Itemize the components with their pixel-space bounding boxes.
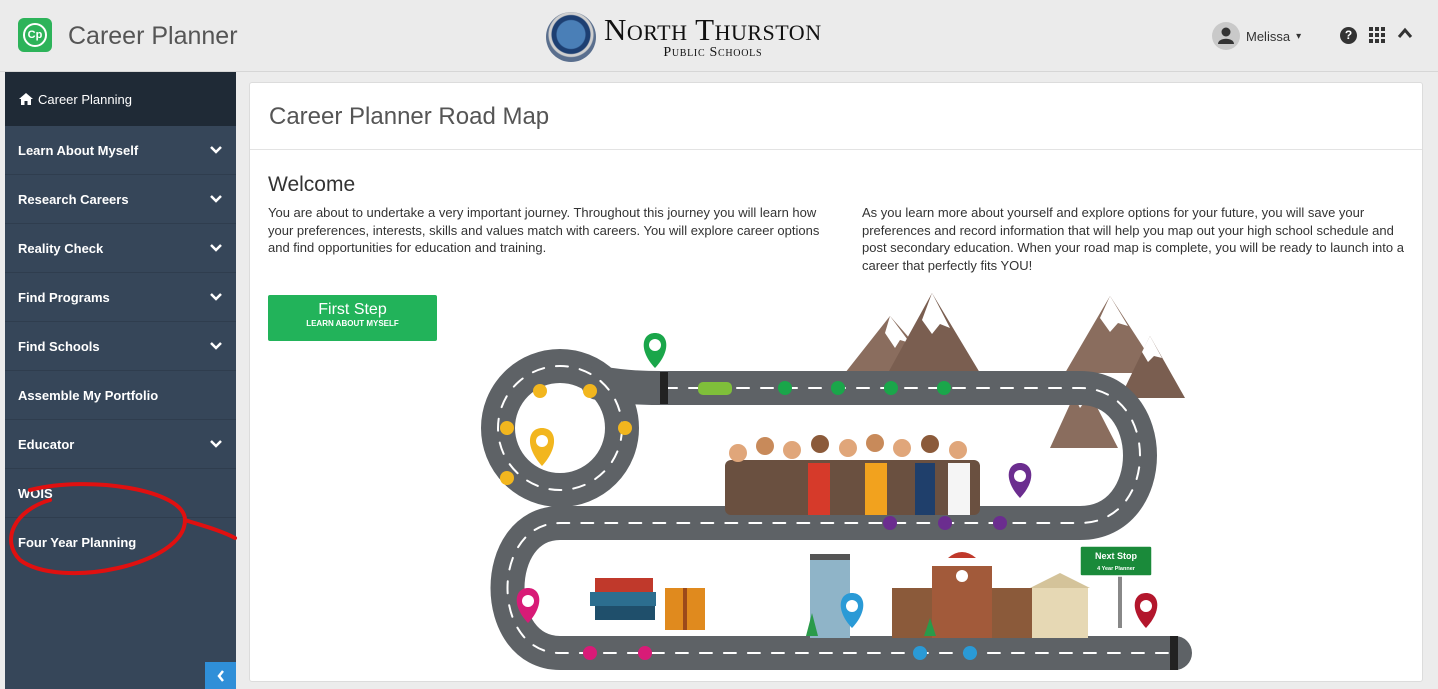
header-actions: ? (1340, 26, 1413, 44)
sidebar-item-label: Reality Check (18, 240, 104, 256)
app-title[interactable]: Career Planner (68, 22, 238, 51)
chevron-down-icon (210, 293, 222, 301)
collapse-sidebar-button[interactable] (205, 662, 236, 689)
sidebar-item-find-schools[interactable]: Find Schools (5, 322, 236, 371)
user-icon (1212, 22, 1240, 50)
district-name-line1: North Thurston (604, 12, 822, 47)
user-menu[interactable]: Melissa ▾ (1212, 22, 1301, 50)
career-planner-logo-icon[interactable]: Cp (18, 18, 52, 52)
sidebar-item-label: Find Programs (18, 289, 110, 305)
user-name: Melissa (1246, 28, 1291, 44)
sidebar-item-label: Educator (18, 436, 75, 452)
sidebar-item-wois[interactable]: WOIS (5, 469, 236, 518)
sidebar-item-career-planning[interactable]: Career Planning (5, 72, 236, 126)
sidebar-item-label: Research Careers (18, 191, 129, 207)
district-name: North Thurston Public Schools (604, 14, 822, 60)
road-map-illustration: Next Stop 4 Year Planner (481, 293, 1192, 670)
sidebar-item-label: Find Schools (18, 338, 100, 354)
help-icon[interactable]: ? (1340, 26, 1357, 44)
first-step-title: First Step (318, 301, 387, 318)
sidebar-item-research-careers[interactable]: Research Careers (5, 175, 236, 224)
chevron-up-icon[interactable] (1397, 26, 1413, 44)
sidebar-item-reality-check[interactable]: Reality Check (5, 224, 236, 273)
chevron-down-icon (210, 440, 222, 448)
chevron-down-icon (210, 195, 222, 203)
map-pin-icon[interactable] (1008, 463, 1032, 498)
sidebar-item-label: Four Year Planning (18, 535, 137, 550)
user-menu-caret-icon: ▾ (1296, 30, 1302, 42)
sign-line1: Next Stop (1095, 551, 1138, 561)
people-crowd-illustration (725, 434, 980, 515)
map-pin-icon[interactable] (1134, 593, 1158, 628)
district-seal-icon (546, 12, 596, 62)
welcome-paragraph-right: As you learn more about yourself and exp… (862, 205, 1404, 273)
main-panel: Career Planner Road Map Welcome You are … (249, 82, 1423, 682)
sidebar-item-label: Assemble My Portfolio (18, 387, 159, 403)
sign-line2: 4 Year Planner (1097, 566, 1136, 572)
chevron-down-icon (210, 342, 222, 350)
collapse-sidebar-icon (216, 669, 224, 682)
first-step-button[interactable]: First Step LEARN ABOUT MYSELF (268, 295, 437, 341)
apps-grid-icon[interactable] (1369, 27, 1385, 43)
chevron-down-icon (210, 146, 222, 154)
district-name-line2: Public Schools (663, 45, 763, 60)
sidebar-item-educator[interactable]: Educator (5, 420, 236, 469)
welcome-paragraph-left: You are about to undertake a very import… (268, 205, 820, 255)
first-step-subtitle: LEARN ABOUT MYSELF (306, 319, 399, 328)
top-header: Cp Career Planner North Thurston Public … (0, 0, 1438, 72)
sidebar-item-find-programs[interactable]: Find Programs (5, 273, 236, 322)
sidebar: Career Planning Learn About Myself Resea… (5, 72, 236, 689)
page-title: Career Planner Road Map (250, 83, 1422, 150)
car-icon (698, 382, 732, 395)
sidebar-item-label: Career Planning (38, 91, 132, 107)
welcome-heading: Welcome (268, 173, 356, 196)
district-logo: North Thurston Public Schools (546, 8, 822, 66)
books-illustration (590, 578, 705, 630)
home-icon (19, 93, 33, 105)
sidebar-item-four-year-planning[interactable]: Four Year Planning (5, 518, 236, 567)
sidebar-item-label: WOIS (18, 485, 53, 501)
sidebar-item-learn-about-myself[interactable]: Learn About Myself (5, 126, 236, 175)
sidebar-item-label: Learn About Myself (18, 142, 139, 158)
map-pin-icon[interactable] (643, 333, 667, 368)
map-pin-icon[interactable] (529, 428, 555, 466)
chevron-down-icon (210, 244, 222, 252)
logo-text: Cp (23, 23, 47, 47)
sidebar-item-assemble-my-portfolio[interactable]: Assemble My Portfolio (5, 371, 236, 420)
